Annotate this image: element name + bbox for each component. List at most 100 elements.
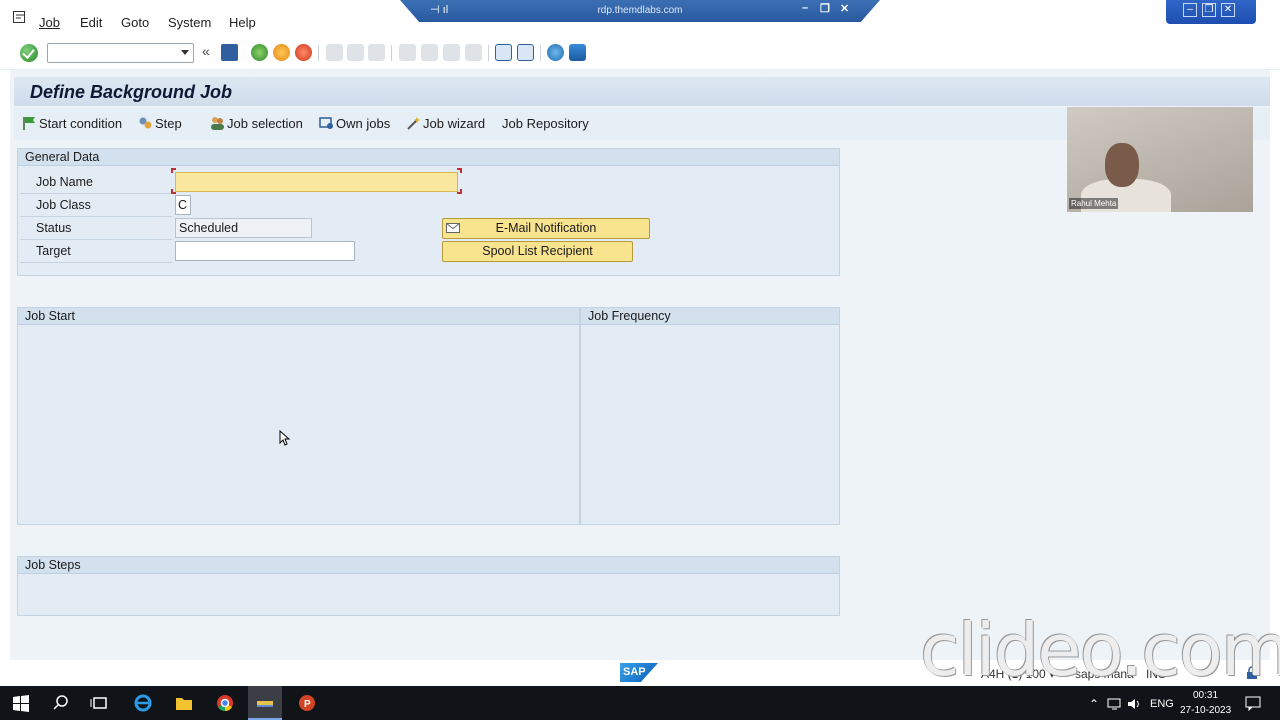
presenter-name: Rahul Mehta xyxy=(1069,198,1119,209)
spool-list-recipient-button[interactable]: Spool List Recipient xyxy=(442,241,633,262)
group-header: General Data xyxy=(18,149,839,166)
command-field[interactable] xyxy=(47,43,194,63)
sap-gui-taskbar-button[interactable] xyxy=(248,686,282,720)
focus-marker xyxy=(457,189,462,194)
target-label: Target xyxy=(36,244,71,258)
start-condition-button[interactable]: Start condition xyxy=(22,116,122,131)
volume-icon[interactable] xyxy=(1127,697,1141,711)
step-button[interactable]: Step xyxy=(138,116,182,131)
rdp-restore-icon[interactable]: ❐ xyxy=(820,2,830,15)
toolbar-separator xyxy=(391,45,392,61)
previous-page-icon[interactable] xyxy=(421,44,438,61)
last-page-icon[interactable] xyxy=(465,44,482,61)
network-icon[interactable] xyxy=(1107,697,1123,711)
toolbar-separator xyxy=(318,45,319,61)
menu-icon[interactable] xyxy=(13,11,27,23)
job-name-input[interactable] xyxy=(175,172,458,192)
group-title: Job Frequency xyxy=(588,309,671,323)
group-title: General Data xyxy=(25,150,100,164)
focus-marker xyxy=(171,189,176,194)
job-class-input[interactable]: C xyxy=(175,195,191,215)
status-field: Scheduled xyxy=(175,218,312,238)
watermark: clideo.com xyxy=(920,608,1280,692)
task-view-icon[interactable] xyxy=(90,693,110,713)
webcam-overlay: Rahul Mehta xyxy=(1067,107,1253,212)
find-icon[interactable] xyxy=(347,44,364,61)
mouse-cursor-icon xyxy=(279,430,290,446)
presenter-head xyxy=(1105,143,1139,187)
close-icon[interactable]: ✕ xyxy=(1221,3,1235,17)
chrome-icon[interactable] xyxy=(215,693,235,713)
clock-date[interactable]: 27-10-2023 xyxy=(1180,705,1231,716)
job-start-group: Job Start xyxy=(17,307,580,525)
flag-icon xyxy=(23,117,35,130)
powerpoint-icon[interactable]: P xyxy=(297,693,317,713)
internet-explorer-icon[interactable] xyxy=(133,693,153,713)
job-repository-button[interactable]: Job Repository xyxy=(502,116,589,131)
divider xyxy=(20,193,172,194)
window-controls: – ❐ ✕ xyxy=(1166,0,1256,24)
chevron-down-icon[interactable] xyxy=(181,50,189,55)
find-next-icon[interactable] xyxy=(368,44,385,61)
focus-marker xyxy=(457,168,462,173)
layout-menu-icon[interactable] xyxy=(569,44,586,61)
menu-help[interactable]: Help xyxy=(229,15,256,30)
search-icon[interactable] xyxy=(51,693,71,713)
back-icon[interactable] xyxy=(251,44,268,61)
job-wizard-button[interactable]: Job wizard xyxy=(406,116,485,131)
enter-icon[interactable] xyxy=(20,44,38,62)
focus-marker xyxy=(171,168,176,173)
toolbar-separator xyxy=(488,45,489,61)
notifications-icon[interactable] xyxy=(1245,695,1261,711)
print-icon[interactable] xyxy=(326,44,343,61)
windows-start-icon[interactable] xyxy=(11,693,31,713)
group-header: Job Start xyxy=(18,308,579,325)
job-name-label: Job Name xyxy=(36,175,93,189)
maximize-icon[interactable]: ❐ xyxy=(1202,3,1216,17)
group-title: Job Steps xyxy=(25,558,81,572)
envelope-icon xyxy=(446,223,460,233)
divider xyxy=(20,262,172,263)
target-input[interactable] xyxy=(175,241,355,261)
own-jobs-icon xyxy=(319,117,333,129)
group-title: Job Start xyxy=(25,309,76,323)
rdp-minimize-icon[interactable]: – xyxy=(802,2,808,14)
email-notification-button[interactable]: E-Mail Notification xyxy=(442,218,650,239)
file-explorer-icon[interactable] xyxy=(174,693,194,713)
rdp-connection-bar: ⊣ ıl rdp.themdlabs.com – ❐ ✕ xyxy=(400,0,880,22)
job-class-label: Job Class xyxy=(36,198,91,212)
svg-text:P: P xyxy=(304,699,311,710)
menu-system[interactable]: System xyxy=(168,15,211,30)
clock-time[interactable]: 00:31 xyxy=(1193,690,1218,701)
job-steps-group: Job Steps xyxy=(17,556,840,616)
job-frequency-group: Job Frequency xyxy=(580,307,840,525)
collapse-icon[interactable]: « xyxy=(202,43,210,59)
status-label: Status xyxy=(36,221,72,235)
help-icon[interactable] xyxy=(547,44,564,61)
menu-goto[interactable]: Goto xyxy=(121,15,149,30)
title-bar: Define Background Job xyxy=(14,77,1270,106)
next-page-icon[interactable] xyxy=(443,44,460,61)
wizard-wand-icon xyxy=(407,117,420,130)
exit-icon[interactable] xyxy=(273,44,290,61)
rdp-close-icon[interactable]: ✕ xyxy=(840,2,849,15)
job-selection-button[interactable]: Job selection xyxy=(210,116,303,131)
language-indicator[interactable]: ENG xyxy=(1150,698,1174,710)
step-icon xyxy=(139,117,152,129)
minimize-icon[interactable]: – xyxy=(1183,3,1197,17)
group-header: Job Steps xyxy=(18,557,839,574)
sap-gui-icon xyxy=(257,701,273,707)
menu-job[interactable]: Job xyxy=(39,15,60,30)
users-icon xyxy=(211,117,224,130)
save-icon[interactable] xyxy=(221,44,238,61)
first-page-icon[interactable] xyxy=(399,44,416,61)
group-header: Job Frequency xyxy=(581,308,839,325)
cancel-icon[interactable] xyxy=(295,44,312,61)
tray-chevron-icon[interactable]: ⌃ xyxy=(1089,697,1099,711)
general-data-group: General Data Job Name Job Class C Status… xyxy=(17,148,840,276)
own-jobs-button[interactable]: Own jobs xyxy=(319,116,390,131)
shortcut-icon[interactable] xyxy=(517,44,534,61)
new-session-icon[interactable] xyxy=(495,44,512,61)
menu-edit[interactable]: Edit xyxy=(80,15,102,30)
toolbar-separator xyxy=(540,45,541,61)
